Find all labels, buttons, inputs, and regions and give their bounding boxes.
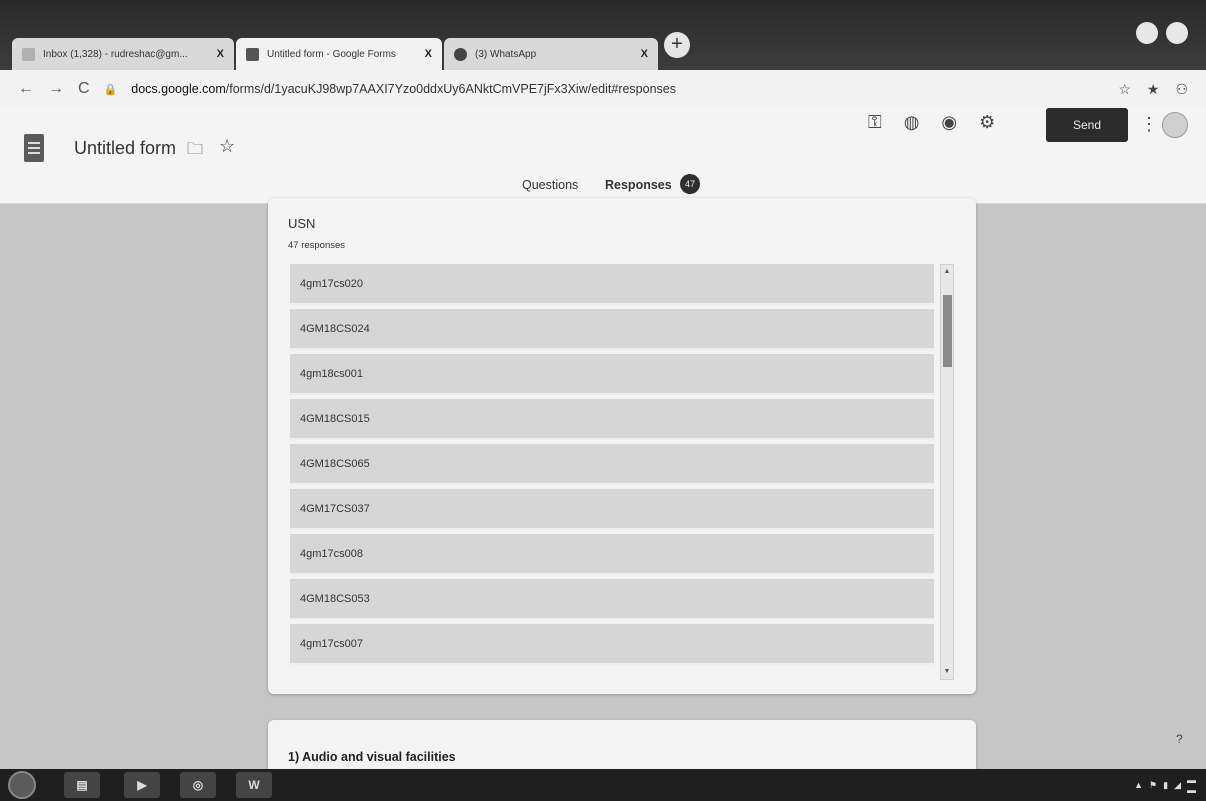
window-controls bbox=[1136, 22, 1188, 44]
response-list-scrollbar[interactable]: ▲ ▼ bbox=[940, 264, 954, 680]
question-summary-card: USN 47 responses 4gm17cs020 4GM18CS024 4gm… bbox=[268, 198, 976, 694]
responses-content: USN 47 responses 4gm17cs020 4GM18CS024 4gm… bbox=[0, 198, 1206, 780]
tab-questions[interactable]: Questions bbox=[522, 178, 578, 192]
list-item: 4gm17cs008 bbox=[290, 534, 934, 575]
question-title: USN bbox=[288, 216, 316, 231]
new-tab-button[interactable]: + bbox=[664, 32, 690, 58]
tray-arrow-icon[interactable]: ▲ bbox=[1134, 780, 1143, 790]
list-item: 4GM17CS037 bbox=[290, 489, 934, 530]
tab-gmail[interactable]: Inbox (1,328) - rudreshac@gm... X bbox=[12, 38, 234, 70]
network-icon[interactable]: ▮ bbox=[1163, 780, 1168, 791]
folder-icon[interactable]: 🗀 bbox=[187, 138, 203, 165]
close-tab-icon[interactable]: X bbox=[425, 48, 432, 60]
bookmark-star-icon[interactable]: ☆ bbox=[1118, 81, 1131, 98]
list-item: 4GM18CS024 bbox=[290, 309, 934, 350]
tab-google-forms[interactable]: Untitled form - Google Forms X bbox=[236, 38, 442, 70]
reload-icon[interactable]: C bbox=[78, 80, 90, 98]
response-count: 47 responses bbox=[288, 240, 346, 251]
tab-whatsapp[interactable]: (3) WhatsApp X bbox=[444, 38, 658, 70]
responses-count-badge: 47 bbox=[680, 174, 700, 194]
url-host: docs.google.com bbox=[131, 82, 226, 96]
tab-responses[interactable]: Responses bbox=[605, 178, 672, 192]
tab-title: Untitled form - Google Forms bbox=[267, 48, 396, 60]
profile-icon[interactable] bbox=[1136, 22, 1158, 44]
more-vert-icon[interactable]: ⋮ bbox=[1140, 114, 1158, 135]
start-button[interactable] bbox=[8, 771, 36, 799]
scroll-up-icon[interactable]: ▲ bbox=[941, 265, 953, 279]
clock[interactable]: ▬ ▬ bbox=[1187, 775, 1196, 795]
list-item: 4gm17cs007 bbox=[290, 624, 934, 665]
forward-icon[interactable]: → bbox=[48, 80, 64, 98]
tab-title: (3) WhatsApp bbox=[475, 48, 537, 60]
tab-title: Inbox (1,328) - rudreshac@gm... bbox=[43, 48, 188, 60]
gmail-icon bbox=[22, 47, 35, 61]
url-path: /forms/d/1yacuKJ98wp7AAXI7Yzo0ddxUy6ANkt… bbox=[225, 82, 676, 96]
avatar[interactable] bbox=[1162, 112, 1188, 138]
chrome-icon[interactable]: ◎ bbox=[180, 772, 216, 798]
lock-icon: 🔒 bbox=[103, 83, 118, 96]
browser-tab-strip: Inbox (1,328) - rudreshac@gm... X Untitl… bbox=[0, 0, 1206, 70]
star-icon[interactable]: ☆ bbox=[219, 136, 235, 157]
close-tab-icon[interactable]: X bbox=[217, 48, 224, 60]
palette-icon[interactable]: ◍ bbox=[904, 112, 920, 133]
word-icon[interactable]: W bbox=[236, 772, 272, 798]
url-field[interactable]: docs.google.com/forms/d/1yacuKJ98wp7AAXI… bbox=[131, 82, 676, 96]
list-item: 4GM18CS015 bbox=[290, 399, 934, 440]
scroll-thumb[interactable] bbox=[943, 295, 952, 367]
address-bar: ← → C 🔒 docs.google.com/forms/d/1yacuKJ9… bbox=[0, 70, 1206, 108]
account-icon[interactable]: ⚇ bbox=[1175, 81, 1188, 98]
form-title[interactable]: Untitled form bbox=[74, 138, 176, 159]
volume-icon[interactable]: ◢ bbox=[1174, 780, 1181, 791]
minimize-icon[interactable] bbox=[1166, 22, 1188, 44]
forms-icon bbox=[246, 47, 259, 61]
list-item: 4GM18CS065 bbox=[290, 444, 934, 485]
close-tab-icon[interactable]: X bbox=[641, 48, 648, 60]
response-list[interactable]: 4gm17cs020 4GM18CS024 4gm18cs001 4GM18CS015… bbox=[290, 264, 934, 680]
file-explorer-icon[interactable]: ▤ bbox=[64, 772, 100, 798]
forms-header: Untitled form 🗀 ☆ ⚿ ◍ ◉ ⚙ Send ⋮ Questio… bbox=[0, 108, 1206, 204]
scroll-down-icon[interactable]: ▼ bbox=[941, 665, 953, 679]
addons-icon[interactable]: ⚿ bbox=[868, 112, 882, 133]
send-button[interactable]: Send bbox=[1046, 108, 1128, 142]
system-tray: ▲ ⚑ ▮ ◢ ▬ ▬ bbox=[1134, 775, 1196, 795]
os-taskbar: ▤ ▶ ◎ W ▲ ⚑ ▮ ◢ ▬ ▬ bbox=[0, 769, 1206, 801]
question-title: 1) Audio and visual facilities bbox=[288, 750, 456, 764]
extension-icon[interactable]: ★ bbox=[1147, 81, 1160, 98]
list-item: 4GM18CS053 bbox=[290, 579, 934, 620]
back-icon[interactable]: ← bbox=[18, 80, 34, 98]
settings-gear-icon[interactable]: ⚙ bbox=[979, 112, 995, 133]
list-item: 4gm17cs020 bbox=[290, 264, 934, 305]
whatsapp-icon bbox=[454, 47, 467, 61]
media-player-icon[interactable]: ▶ bbox=[124, 772, 160, 798]
help-icon[interactable]: ? bbox=[1176, 732, 1183, 746]
preview-eye-icon[interactable]: ◉ bbox=[941, 112, 957, 133]
list-item: 4gm18cs001 bbox=[290, 354, 934, 395]
flag-icon[interactable]: ⚑ bbox=[1149, 780, 1157, 791]
forms-logo-icon[interactable] bbox=[24, 134, 44, 162]
